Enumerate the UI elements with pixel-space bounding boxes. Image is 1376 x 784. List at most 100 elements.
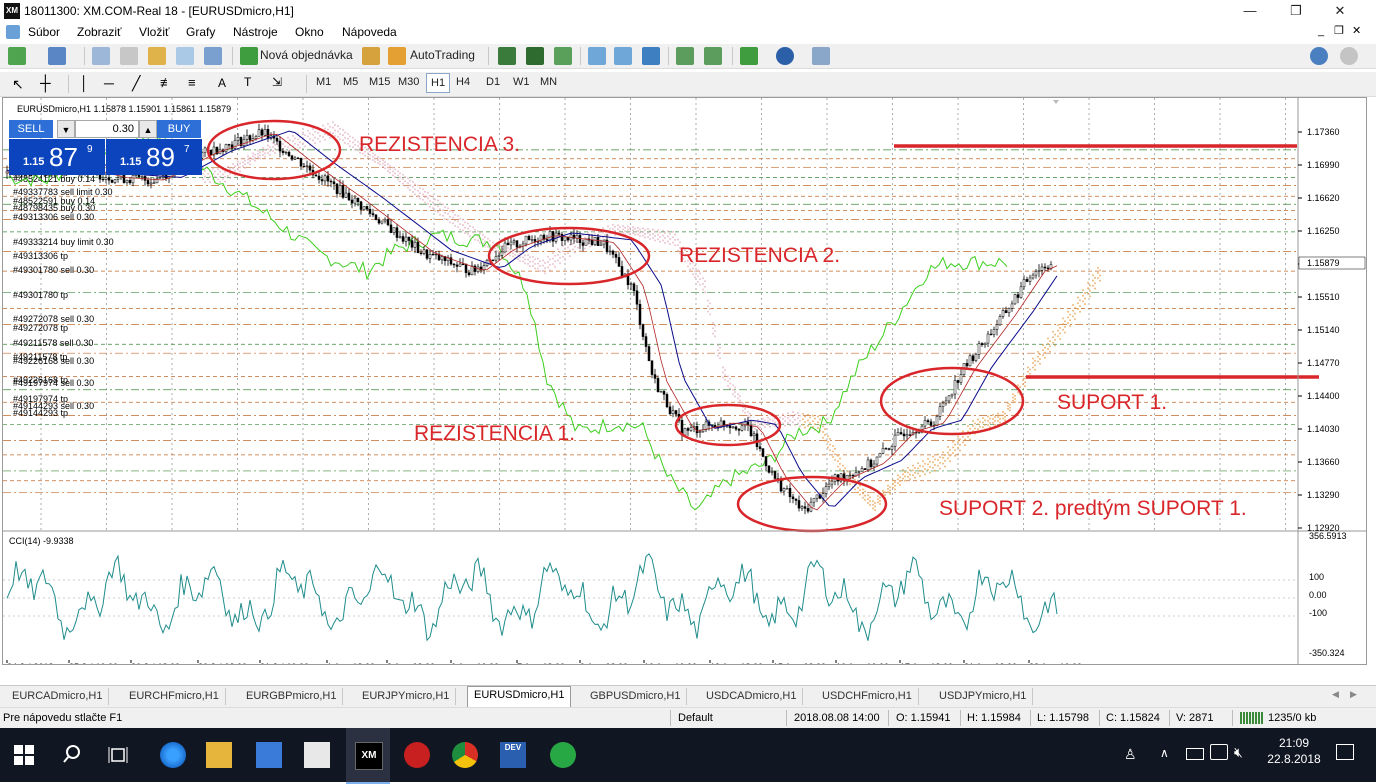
lot-increase-icon[interactable]: ▲ [139,120,157,138]
tab-gbpusd[interactable]: GBPUSDmicro,H1 [584,688,688,705]
bar-chart-icon[interactable] [498,47,516,65]
menu-view[interactable]: Zobraziť [77,25,122,39]
menu-tools[interactable]: Nástroje [233,25,278,39]
clock-time[interactable]: 21:09 [1262,736,1326,750]
periods-icon[interactable] [776,47,794,65]
buy-button[interactable]: BUY [157,120,201,138]
new-chart-icon[interactable] [8,47,26,65]
autoscroll-icon[interactable] [676,47,694,65]
timeframe-m5[interactable]: M5 [343,76,358,88]
channel-icon[interactable]: ≢ [160,75,173,90]
buy-price-button[interactable]: 1.15 89 7 [106,139,202,175]
autotrading-icon[interactable] [388,47,406,65]
tab-eurjpy[interactable]: EURJPYmicro,H1 [356,688,457,705]
chart-shift-icon[interactable] [704,47,722,65]
horizontal-line-icon[interactable]: ─ [104,75,114,91]
timeframe-w1[interactable]: W1 [513,76,530,88]
lot-size-input[interactable]: 0.30 [75,120,139,138]
text-icon[interactable]: A [218,76,226,90]
navigator-icon[interactable] [148,47,166,65]
tab-usdchf[interactable]: USDCHFmicro,H1 [816,688,919,705]
mdi-restore-icon[interactable]: ❐ [1334,24,1344,37]
restore-button[interactable]: ❐ [1286,2,1306,20]
tile-windows-icon[interactable] [642,47,660,65]
crosshair-icon[interactable]: ┼ [40,75,51,92]
chart-window[interactable]: #48524121 tp#48524121 buy 0.14#49337783 … [2,97,1367,665]
close-button[interactable]: ✕ [1330,2,1350,20]
menu-help[interactable]: Nápoveda [342,25,397,39]
store-icon[interactable] [256,742,282,768]
trendline-icon[interactable]: ╱ [132,75,140,92]
battery-icon[interactable] [1186,748,1204,760]
tab-eurusd[interactable]: EURUSDmicro,H1 [467,686,572,707]
chart-shift-marker[interactable] [1053,100,1059,104]
tab-eurchf[interactable]: EURCHFmicro,H1 [123,688,226,705]
tab-eurcad[interactable]: EURCADmicro,H1 [6,688,110,705]
mdi-minimize-icon[interactable]: _ [1318,25,1324,37]
metaeditor-icon[interactable] [362,47,380,65]
timeframe-h1[interactable]: H1 [426,73,451,93]
minimize-button[interactable]: — [1240,2,1260,20]
network-icon[interactable] [1210,744,1228,760]
tester-icon[interactable] [204,47,222,65]
fibonacci-icon[interactable]: ≡ [188,75,196,90]
timeframe-d1[interactable]: D1 [486,76,500,88]
tab-scroll-left-icon[interactable]: ◀ [1332,689,1339,700]
show-hidden-icons[interactable]: ∧ [1160,746,1169,760]
market-watch-icon[interactable] [92,47,110,65]
price-chart[interactable]: #48524121 tp#48524121 buy 0.14#49337783 … [3,98,1366,664]
candlestick-icon[interactable] [526,47,544,65]
templates-icon[interactable] [812,47,830,65]
timeframe-m30[interactable]: M30 [398,76,419,88]
menu-window[interactable]: Okno [295,25,324,39]
lot-decrease-icon[interactable]: ▼ [57,120,75,138]
file-explorer-icon[interactable] [206,742,232,768]
data-window-icon[interactable] [120,47,138,65]
clock-date[interactable]: 22.8.2018 [1262,752,1326,766]
profiles-icon[interactable] [48,47,66,65]
task-view-icon[interactable] [108,745,128,765]
app-red-icon[interactable] [404,742,430,768]
new-order-button[interactable]: Nová objednávka [260,48,353,62]
timeframe-h4[interactable]: H4 [456,76,470,88]
tab-usdjpy[interactable]: USDJPYmicro,H1 [933,688,1034,705]
people-icon[interactable]: ♙ [1124,746,1137,763]
search-taskbar-icon[interactable] [62,744,82,766]
zoom-in-icon[interactable] [588,47,606,65]
mt4-taskbar-button[interactable]: XM [346,728,390,784]
menu-file[interactable]: Súbor [28,25,60,39]
search-icon[interactable] [1310,47,1328,65]
tab-eurgbp[interactable]: EURGBPmicro,H1 [240,688,344,705]
cloud-dot [219,170,221,173]
volume-icon[interactable]: 🔇︎ [1234,744,1243,761]
cloud-dot [459,217,461,220]
new-order-icon[interactable] [240,47,258,65]
label-icon[interactable]: T [244,75,251,89]
app-green-icon[interactable] [550,742,576,768]
arrows-icon[interactable]: ⇲ [272,75,282,89]
terminal-icon[interactable] [176,47,194,65]
cursor-icon[interactable]: ↖ [12,76,24,93]
start-icon[interactable] [14,745,34,765]
autotrading-button[interactable]: AutoTrading [410,48,475,62]
sell-price-button[interactable]: 1.15 87 9 [9,139,105,175]
indicators-icon[interactable] [740,47,758,65]
mdi-close-icon[interactable]: ✕ [1352,24,1361,37]
vertical-line-icon[interactable]: │ [80,75,89,91]
mail-icon[interactable] [304,742,330,768]
tab-usdcad[interactable]: USDCADmicro,H1 [700,688,804,705]
notifications-icon[interactable] [1336,744,1354,760]
timeframe-mn[interactable]: MN [540,76,557,88]
line-chart-icon[interactable] [554,47,572,65]
zoom-out-icon[interactable] [614,47,632,65]
menu-insert[interactable]: Vložiť [139,25,170,39]
devcpp-icon[interactable]: DEV [500,742,526,768]
sell-button[interactable]: SELL [9,120,53,138]
tab-scroll-right-icon[interactable]: ▶ [1350,689,1357,700]
menu-charts[interactable]: Grafy [186,25,215,39]
edge-icon[interactable] [160,742,186,768]
chat-icon[interactable] [1340,47,1358,65]
timeframe-m15[interactable]: M15 [369,76,390,88]
timeframe-m1[interactable]: M1 [316,76,331,88]
chrome-icon[interactable] [452,742,478,768]
